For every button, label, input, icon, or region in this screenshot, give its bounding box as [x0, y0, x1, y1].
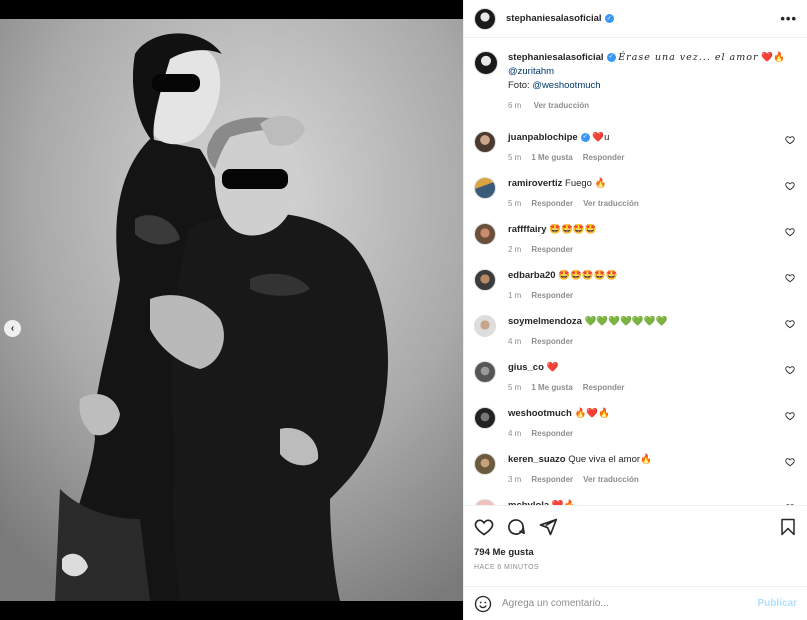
comment-username[interactable]: juanpablochipe — [508, 132, 578, 143]
comment-username[interactable]: weshootmuch — [508, 408, 572, 419]
reply-button[interactable]: Responder — [531, 429, 573, 438]
comment-username[interactable]: ramirovertiz — [508, 178, 562, 189]
commenter-avatar[interactable] — [474, 269, 496, 291]
likes-count[interactable]: 794 Me gusta — [474, 547, 797, 558]
more-options-icon[interactable]: ••• — [780, 11, 797, 26]
comment-time: 5 m — [508, 199, 522, 208]
comment-username[interactable]: gius_co — [508, 362, 544, 373]
comment-time: 3 m — [508, 475, 522, 484]
comment-time: 5 m — [508, 383, 522, 392]
caption-emoji: ❤️🔥 — [761, 52, 785, 63]
comment-username[interactable]: edbarba20 — [508, 270, 556, 281]
comment-row: soymelmendoza 💚💚💚💚💚💚💚 4 m Responder — [474, 311, 797, 357]
comment-text: 🤩🤩🤩🤩🤩 — [558, 270, 618, 281]
verified-badge-icon: ✓ — [604, 14, 614, 23]
post-header: stephaniesalasoficial ✓ ••• — [464, 0, 807, 38]
comment-text: 🤩🤩🤩🤩 — [549, 224, 597, 235]
emoji-icon[interactable] — [474, 595, 492, 613]
comment-likes[interactable]: 1 Me gusta — [531, 383, 572, 392]
commenter-avatar[interactable] — [474, 223, 496, 245]
translate-link[interactable]: Ver traducción — [534, 101, 590, 110]
comment-text: Que viva el amor🔥 — [568, 454, 652, 465]
commenter-avatar[interactable] — [474, 407, 496, 429]
comments-list[interactable]: stephaniesalasoficial ✓ Érase una vez... … — [464, 39, 807, 505]
reply-button[interactable]: Responder — [531, 337, 573, 346]
translate-link[interactable]: Ver traducción — [583, 199, 639, 208]
caption-text: Érase una vez... el amor — [618, 52, 759, 63]
comment-row: edbarba20 🤩🤩🤩🤩🤩 1 m Responder — [474, 265, 797, 311]
heart-icon[interactable] — [785, 457, 795, 467]
comment-text: 🔥❤️🔥 — [574, 408, 611, 419]
photo-credit-link[interactable]: @weshootmuch — [532, 80, 600, 91]
comment-icon[interactable] — [506, 517, 526, 537]
comment-time: 2 m — [508, 245, 522, 254]
caption-username[interactable]: stephaniesalasoficial — [508, 52, 604, 63]
translate-link[interactable]: Ver traducción — [583, 475, 639, 484]
publish-button[interactable]: Publicar — [758, 598, 797, 609]
comment-username[interactable]: keren_suazo — [508, 454, 566, 465]
reply-button[interactable]: Responder — [583, 383, 625, 392]
commenter-avatar[interactable] — [474, 177, 496, 199]
reply-button[interactable]: Responder — [583, 153, 625, 162]
comment-row: gius_co ❤️ 5 m 1 Me gusta Responder — [474, 357, 797, 403]
post-caption: stephaniesalasoficial ✓ Érase una vez... … — [474, 39, 797, 113]
comment-text: 💚💚💚💚💚💚💚 — [584, 316, 668, 327]
reply-button[interactable]: Responder — [531, 199, 573, 208]
heart-icon[interactable] — [785, 181, 795, 191]
comment-text: Fuego 🔥 — [565, 178, 607, 189]
comment-username[interactable]: raffffairy — [508, 224, 547, 235]
author-avatar[interactable] — [474, 7, 496, 30]
add-comment-bar: Agrega un comentario... Publicar — [464, 586, 807, 620]
photo-illustration — [0, 19, 463, 601]
instagram-post-modal: ‹ stephaniesalasoficial ✓ ••• stephanies… — [0, 0, 807, 620]
reply-button[interactable]: Responder — [531, 291, 573, 300]
carousel-prev-button[interactable]: ‹ — [4, 320, 21, 337]
comment-time: 5 m — [508, 153, 522, 162]
comment-row: raffffairy 🤩🤩🤩🤩 2 m Responder — [474, 219, 797, 265]
post-timestamp: HACE 6 MINUTOS — [474, 564, 539, 571]
post-photo[interactable]: ‹ — [0, 19, 463, 601]
commenter-avatar[interactable] — [474, 453, 496, 475]
author-avatar[interactable] — [474, 51, 498, 75]
comment-likes[interactable]: 1 Me gusta — [531, 153, 572, 162]
post-details-panel: stephaniesalasoficial ✓ ••• stephaniesal… — [463, 0, 807, 620]
author-username[interactable]: stephaniesalasoficial — [506, 13, 602, 24]
heart-icon[interactable] — [785, 365, 795, 375]
chevron-left-icon: ‹ — [10, 323, 15, 334]
commenter-avatar[interactable] — [474, 361, 496, 383]
comment-time: 1 m — [508, 291, 522, 300]
reply-button[interactable]: Responder — [531, 475, 573, 484]
comment-username[interactable]: soymelmendoza — [508, 316, 582, 327]
heart-icon[interactable] — [785, 411, 795, 421]
verified-badge-icon: ✓ — [606, 52, 616, 62]
heart-icon[interactable] — [785, 135, 795, 145]
commenter-avatar[interactable] — [474, 315, 496, 337]
caption-time: 6 m — [508, 101, 522, 110]
comment-row: keren_suazo Que viva el amor🔥 3 m Respond… — [474, 449, 797, 495]
heart-icon[interactable] — [785, 319, 795, 329]
heart-icon[interactable] — [474, 517, 494, 537]
reply-button[interactable]: Responder — [531, 245, 573, 254]
comment-time: 4 m — [508, 337, 522, 346]
comment-row: mcbylola ❤️🔥 — [474, 495, 797, 505]
comment-row: ramirovertiz Fuego 🔥 5 m Responder Ver tra… — [474, 173, 797, 219]
send-icon[interactable] — [538, 517, 558, 537]
caption-meta: 6 m Ver traducción — [508, 99, 785, 113]
verified-badge-icon: ✓ — [580, 132, 590, 142]
photo-credit-label: Foto: — [508, 80, 533, 91]
caption-mention-link[interactable]: @zuritahm — [508, 66, 554, 77]
comment-row: juanpablochipe ✓ ❤️u 5 m 1 Me gusta Respond… — [474, 127, 797, 173]
commenter-avatar[interactable] — [474, 131, 496, 153]
bookmark-icon[interactable] — [779, 517, 797, 537]
comment-time: 4 m — [508, 429, 522, 438]
comment-row: weshootmuch 🔥❤️🔥 4 m Responder — [474, 403, 797, 449]
heart-icon[interactable] — [785, 227, 795, 237]
comment-text: ❤️u — [592, 132, 610, 143]
heart-icon[interactable] — [785, 273, 795, 283]
comment-input[interactable]: Agrega un comentario... — [502, 598, 758, 609]
comment-text: ❤️ — [546, 362, 559, 373]
